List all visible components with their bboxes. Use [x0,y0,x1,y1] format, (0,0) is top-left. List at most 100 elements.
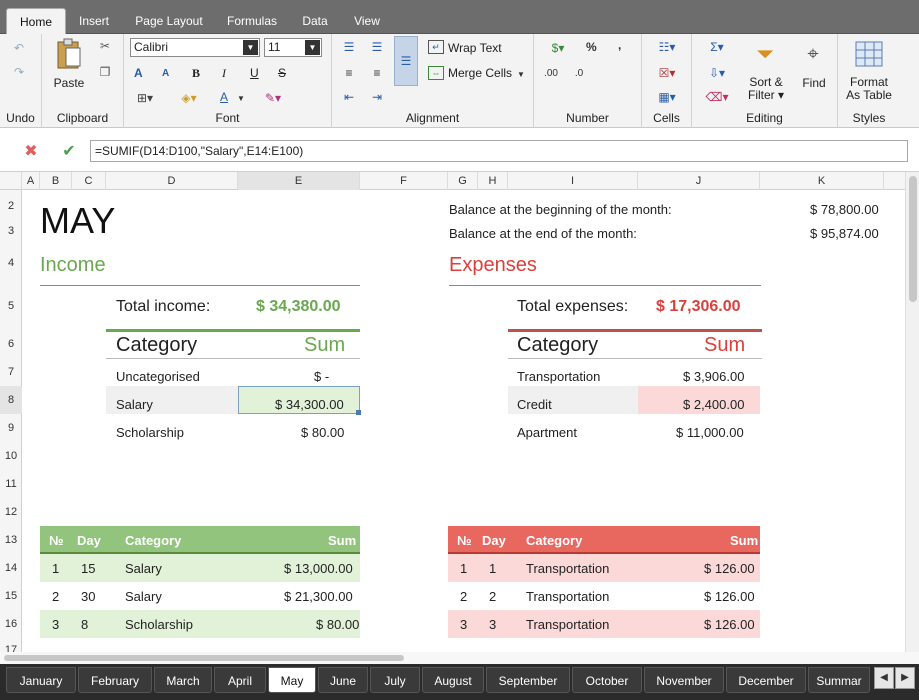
income-sum-cell[interactable]: $ 80.00 [301,425,344,440]
fill-handle[interactable] [356,410,361,415]
scroll-tabs-right-icon[interactable]: ▶ [895,667,915,689]
tab-formulas[interactable]: Formulas [218,8,286,34]
income-table-cell[interactable]: 3 [52,617,59,632]
align-top-icon[interactable]: ☰ [340,40,358,54]
expense-sum-cell[interactable]: $ 11,000.00 [676,425,744,440]
sheet-tab-december[interactable]: December [726,667,806,693]
format-table-icon[interactable] [854,40,884,68]
increase-indent-icon[interactable]: ⇥ [368,90,386,104]
format-as-table-button[interactable]: Format As Table [844,76,894,102]
scroll-tabs-left-icon[interactable]: ◀ [874,667,894,689]
row-header[interactable]: 7 [0,366,22,378]
sheet-tab-summary[interactable]: Summar [808,667,870,693]
column-header[interactable]: A [22,172,40,190]
paste-icon[interactable] [54,38,84,70]
sort-filter-button[interactable]: Sort & Filter ▾ [746,76,786,102]
sheet-tab-march[interactable]: March [154,667,212,693]
confirm-icon[interactable]: ✔ [60,142,78,160]
wrap-text-button[interactable]: Wrap Text [448,41,502,55]
column-header[interactable]: D [106,172,238,190]
percent-button[interactable]: % [586,40,597,54]
sheet-tab-october[interactable]: October [572,667,642,693]
row-header[interactable]: 8 [0,386,22,414]
paste-button[interactable]: Paste [52,76,86,90]
font-name-select[interactable]: Calibri ▼ [130,38,260,57]
italic-button[interactable]: I [222,66,226,81]
currency-icon[interactable]: $▾ [542,40,574,56]
expenses-table-cell[interactable]: 3 [489,617,496,632]
income-table-cell[interactable]: 30 [81,589,95,604]
sort-filter-icon[interactable]: ⏷ [750,38,780,70]
autosum-icon[interactable]: Σ▾ [700,40,734,54]
merge-cells-icon[interactable]: ⇔ [428,66,444,80]
strikethrough-button[interactable]: S [278,66,286,80]
income-table-cell[interactable]: $ 13,000.00 [284,561,353,576]
expenses-table-cell[interactable]: Transportation [526,589,609,604]
column-header[interactable]: H [478,172,508,190]
expenses-table-cell[interactable]: 1 [460,561,467,576]
undo-icon[interactable]: ↶ [10,40,28,56]
expense-sum-cell[interactable]: $ 2,400.00 [683,397,744,412]
vertical-scrollbar[interactable] [905,172,919,652]
copy-icon[interactable]: ❐ [96,64,114,80]
sheet-tab-june[interactable]: June [318,667,368,693]
row-header[interactable]: 5 [0,300,22,312]
tab-insert[interactable]: Insert [68,8,120,34]
shrink-font-button[interactable]: A [162,68,169,79]
expenses-table-cell[interactable]: 2 [489,589,496,604]
row-header[interactable]: 12 [0,506,22,518]
column-header[interactable]: G [448,172,478,190]
income-table-cell[interactable]: 2 [52,589,59,604]
grow-font-button[interactable]: A [134,66,143,80]
expenses-table-cell[interactable]: $ 126.00 [704,589,755,604]
sheet-tab-february[interactable]: February [78,667,152,693]
column-header[interactable]: K [760,172,884,190]
cancel-icon[interactable]: ✖ [22,142,40,160]
find-button[interactable]: Find [800,76,828,90]
column-header[interactable]: I [508,172,638,190]
income-table-cell[interactable]: Salary [125,589,162,604]
sheet-tab-july[interactable]: July [370,667,420,693]
tab-view[interactable]: View [344,8,390,34]
wrap-text-icon[interactable]: ↵ [428,40,444,54]
row-header[interactable]: 9 [0,422,22,434]
chevron-down-icon[interactable]: ▼ [236,90,246,106]
select-all-corner[interactable] [0,172,22,190]
highlight-icon[interactable]: ✎▾ [258,90,288,106]
format-cells-icon[interactable]: ▦▾ [650,90,684,104]
comma-button[interactable]: , [618,38,621,52]
expenses-table-cell[interactable]: 3 [460,617,467,632]
row-header[interactable]: 2 [0,200,22,212]
sheet-tab-november[interactable]: November [644,667,724,693]
align-bottom-icon[interactable]: ☰ [394,36,418,86]
expense-sum-cell[interactable]: $ 3,906.00 [683,369,744,384]
expense-category-cell[interactable]: Apartment [517,425,577,440]
delete-cells-icon[interactable]: ☒▾ [650,66,684,80]
income-table-cell[interactable]: 15 [81,561,95,576]
row-header[interactable]: 11 [0,478,22,490]
fill-color-icon[interactable]: ◈▾ [174,90,204,106]
expenses-table-cell[interactable]: 1 [489,561,496,576]
income-table-cell[interactable]: $ 80.00 [316,617,359,632]
cut-icon[interactable]: ✂ [96,38,114,54]
vertical-scroll-thumb[interactable] [909,176,917,302]
horizontal-scrollbar[interactable] [0,652,919,664]
sheet-tab-august[interactable]: August [422,667,484,693]
expenses-table-cell[interactable]: $ 126.00 [704,617,755,632]
font-color-button[interactable]: A [220,90,228,104]
expense-category-cell[interactable]: Transportation [517,369,600,384]
sheet-tab-september[interactable]: September [486,667,570,693]
underline-button[interactable]: U [250,66,259,80]
expenses-table-cell[interactable]: Transportation [526,617,609,632]
sheet-tab-may[interactable]: May [268,667,316,693]
increase-decimal-icon[interactable]: .00 [542,66,560,80]
row-header[interactable]: 6 [0,338,22,350]
expenses-table-cell[interactable]: $ 126.00 [704,561,755,576]
formula-input[interactable]: =SUMIF(D14:D100,"Salary",E14:E100) [90,140,908,162]
column-header[interactable]: E [238,172,360,190]
income-category-cell[interactable]: Scholarship [116,425,184,440]
chevron-down-icon[interactable]: ▼ [516,67,526,81]
tab-data[interactable]: Data [292,8,338,34]
income-sum-cell[interactable]: $ 34,300.00 [275,397,344,412]
expenses-table-cell[interactable]: Transportation [526,561,609,576]
